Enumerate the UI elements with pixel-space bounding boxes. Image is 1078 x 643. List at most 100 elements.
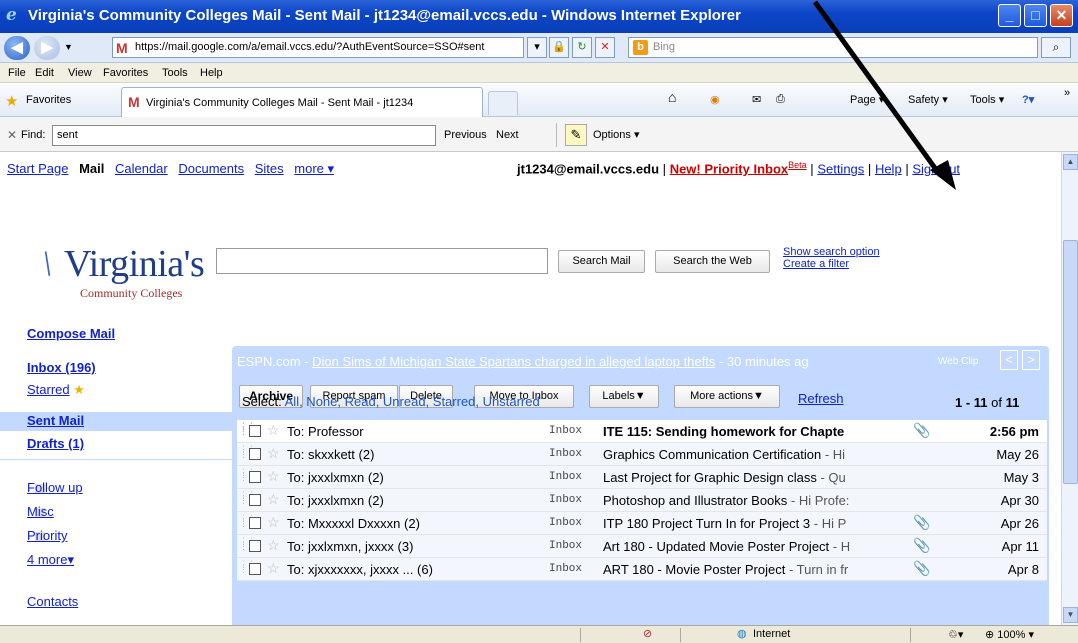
chevron-more-icon[interactable]: » <box>1064 87 1070 99</box>
protected-mode-icon[interactable]: ♲▾ <box>948 628 963 641</box>
sign-out-link[interactable]: Sign out <box>912 161 960 176</box>
sidebar-item-sent-selected[interactable]: Sent Mail <box>0 412 232 431</box>
favorites-button[interactable]: Favorites <box>26 94 71 106</box>
sidebar-item-drafts[interactable]: Drafts (1) <box>27 436 84 451</box>
favorites-star-icon[interactable]: ★ <box>5 92 18 110</box>
print-icon[interactable]: ⎙ <box>776 93 785 106</box>
star-toggle-icon[interactable]: ☆ <box>267 560 280 577</box>
menu-edit[interactable]: Edit <box>35 67 54 79</box>
menu-tools[interactable]: Tools <box>162 67 188 79</box>
web-clip-next-button[interactable]: > <box>1022 350 1040 370</box>
create-filter-link[interactable]: Create a filter <box>783 258 880 270</box>
mail-icon[interactable]: ✉ <box>752 93 761 106</box>
labels-dropdown[interactable]: Labels▼ <box>589 385 659 408</box>
row-checkbox[interactable] <box>249 471 261 483</box>
web-clip-headline[interactable]: Dion Sims of Michigan State Spartans cha… <box>312 354 715 369</box>
search-mail-button[interactable]: Search Mail <box>558 250 645 273</box>
sidebar-item-inbox[interactable]: Inbox (196) <box>27 360 96 375</box>
lock-icon[interactable]: 🔒 <box>549 37 569 58</box>
drag-handle-icon[interactable]: ⋮⋮ ⋮⋮ <box>239 468 256 484</box>
url-dropdown-icon[interactable]: ▾ <box>527 37 547 58</box>
drag-handle-icon[interactable]: ⋮⋮ ⋮⋮ <box>239 422 256 438</box>
label-priority[interactable]: Priority <box>27 528 67 543</box>
drag-handle-icon[interactable]: ⋮⋮ ⋮⋮ <box>239 537 256 553</box>
find-input[interactable]: sent <box>52 125 436 146</box>
search-web-button[interactable]: Search the Web <box>655 250 770 273</box>
star-toggle-icon[interactable]: ☆ <box>267 537 280 554</box>
close-window-button[interactable]: ✕ <box>1050 4 1073 27</box>
table-row[interactable]: ⋮⋮ ⋮⋮ ☆ To: Mxxxxxl Dxxxxn (2) Inbox ITP 180 … <box>237 512 1047 535</box>
url-input[interactable]: M https://mail.google.com/a/email.vccs.e… <box>112 37 524 58</box>
find-options-button[interactable]: ✎ Options ▾ <box>556 123 666 147</box>
find-previous-button[interactable]: Previous <box>444 129 487 141</box>
star-toggle-icon[interactable]: ☆ <box>267 468 280 485</box>
row-checkbox[interactable] <box>249 517 261 529</box>
safety-menu[interactable]: Safety ▾ <box>908 93 948 106</box>
highlight-icon[interactable]: ✎ <box>565 124 587 146</box>
drag-handle-icon[interactable]: ⋮⋮ ⋮⋮ <box>239 445 256 461</box>
nav-start-page[interactable]: Start Page <box>7 161 68 176</box>
tools-menu[interactable]: Tools ▾ <box>970 93 1004 106</box>
feeds-icon[interactable]: ◉ <box>710 93 720 106</box>
new-tab-button[interactable] <box>488 91 518 115</box>
star-toggle-icon[interactable]: ☆ <box>267 445 280 462</box>
minimize-button[interactable]: _ <box>998 4 1021 27</box>
contacts-link[interactable]: Contacts <box>27 594 78 609</box>
more-actions-dropdown[interactable]: More actions▼ <box>674 385 780 408</box>
row-checkbox[interactable] <box>249 494 261 506</box>
close-find-icon[interactable]: ✕ <box>7 128 17 142</box>
home-icon[interactable]: ⌂ <box>668 89 676 105</box>
nav-calendar[interactable]: Calendar <box>115 161 168 176</box>
menu-view[interactable]: View <box>68 67 92 79</box>
stop-icon[interactable]: ✕ <box>595 37 615 58</box>
forward-button[interactable]: ▶ <box>34 36 60 60</box>
drag-handle-icon[interactable]: ⋮⋮ ⋮⋮ <box>239 514 256 530</box>
maximize-button[interactable]: □ <box>1024 4 1047 27</box>
scroll-thumb[interactable] <box>1063 240 1078 484</box>
sidebar-item-starred[interactable]: Starred ★ <box>27 382 85 398</box>
table-row[interactable]: ⋮⋮ ⋮⋮ ☆ To: jxxxlxmxn (2) Inbox Last Project … <box>237 466 1047 489</box>
help-link[interactable]: Help <box>875 161 902 176</box>
refresh-link[interactable]: Refresh <box>798 391 844 406</box>
nav-documents[interactable]: Documents <box>178 161 244 176</box>
settings-link[interactable]: Settings <box>817 161 864 176</box>
label-follow-up[interactable]: Follow up <box>27 480 83 495</box>
beta-tag[interactable]: Beta <box>788 160 807 170</box>
table-row[interactable]: ⋮⋮ ⋮⋮ ☆ To: xjxxxxxxx, jxxxx ... (6) Inbox AR… <box>237 558 1047 581</box>
back-button[interactable]: ◀ <box>4 36 30 60</box>
search-mail-input[interactable] <box>216 248 548 274</box>
nav-sites[interactable]: Sites <box>255 161 284 176</box>
drag-handle-icon[interactable]: ⋮⋮ ⋮⋮ <box>239 560 256 576</box>
history-dropdown-icon[interactable]: ▼ <box>64 42 73 52</box>
refresh-icon[interactable]: ↻ <box>572 37 592 58</box>
star-toggle-icon[interactable]: ☆ <box>267 422 280 439</box>
priority-inbox-link[interactable]: New! Priority Inbox <box>670 161 788 176</box>
scroll-down-icon[interactable]: ▼ <box>1063 607 1078 623</box>
find-next-button[interactable]: Next <box>496 129 519 141</box>
menu-favorites[interactable]: Favorites <box>103 67 148 79</box>
show-search-options-link[interactable]: Show search option <box>783 246 880 258</box>
star-toggle-icon[interactable]: ☆ <box>267 491 280 508</box>
search-go-icon[interactable]: ⌕ <box>1041 37 1071 58</box>
labels-more-link[interactable]: 4 more▾ <box>27 552 74 568</box>
vertical-scrollbar[interactable]: ▲ ▼ <box>1061 152 1078 625</box>
table-row[interactable]: ⋮⋮ ⋮⋮ ☆ To: skxxkett (2) Inbox Graphics Commu… <box>237 443 1047 466</box>
nav-more[interactable]: more ▾ <box>294 161 334 176</box>
search-provider-input[interactable]: b Bing <box>628 37 1038 58</box>
vccs-logo[interactable]: \ Virginia's Community Colleges <box>30 242 220 302</box>
scroll-up-icon[interactable]: ▲ <box>1063 154 1078 170</box>
help-menu-icon[interactable]: ?▾ <box>1022 93 1034 106</box>
nav-mail[interactable]: Mail <box>79 161 104 176</box>
row-checkbox[interactable] <box>249 425 261 437</box>
table-row[interactable]: ⋮⋮ ⋮⋮ ☆ To: jxxxlxmxn (2) Inbox Photoshop and… <box>237 489 1047 512</box>
row-checkbox[interactable] <box>249 540 261 552</box>
web-clip-prev-button[interactable]: < <box>1000 350 1018 370</box>
row-checkbox[interactable] <box>249 448 261 460</box>
compose-mail-link[interactable]: Compose Mail <box>27 326 115 341</box>
zoom-control[interactable]: ⊕ 100% ▾ <box>985 628 1034 641</box>
table-row[interactable]: ⋮⋮ ⋮⋮ ☆ To: Professor Inbox ITE 115: Sending … <box>237 420 1047 443</box>
drag-handle-icon[interactable]: ⋮⋮ ⋮⋮ <box>239 491 256 507</box>
page-menu[interactable]: Page ▾ <box>850 93 884 106</box>
select-options[interactable]: All, None, Read, Unread, Starred, Unstar… <box>285 394 540 409</box>
menu-help[interactable]: Help <box>200 67 223 79</box>
